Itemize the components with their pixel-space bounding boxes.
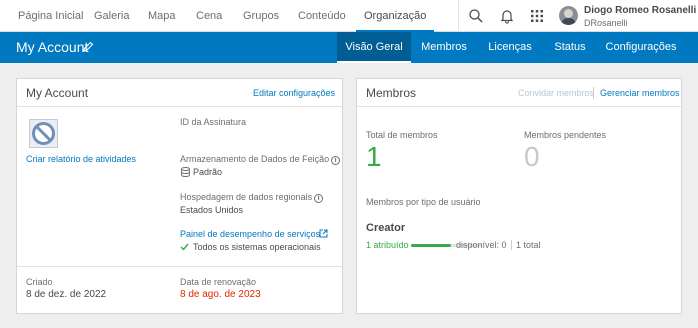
my-account-card: My Account Editar configurações Criar re… xyxy=(16,78,343,314)
search-icon[interactable] xyxy=(468,8,484,24)
my-account-card-header: My Account Editar configurações xyxy=(17,79,342,107)
nav-scene[interactable]: Cena xyxy=(196,0,222,32)
top-navigation: Página Inicial Galeria Mapa Cena Grupos … xyxy=(0,0,698,32)
members-card-title: Membros xyxy=(366,86,417,100)
user-type-name: Creator xyxy=(366,222,406,234)
page-header: My Account Visão Geral Membros Licenças … xyxy=(0,32,698,63)
count-separator xyxy=(511,240,512,250)
organization-logo-placeholder-icon xyxy=(29,119,58,148)
nav-home[interactable]: Página Inicial xyxy=(18,0,83,32)
renewal-label: Data de renovação xyxy=(180,277,257,287)
page-title: My Account xyxy=(16,39,89,55)
link-separator xyxy=(593,87,594,99)
nav-gallery[interactable]: Galeria xyxy=(94,0,129,32)
tab-status[interactable]: Status xyxy=(547,32,593,63)
bell-icon[interactable] xyxy=(499,8,515,24)
system-status-text: Todos os sistemas operacionais xyxy=(193,242,321,252)
info-icon[interactable]: i xyxy=(314,194,324,203)
members-card: Membros Convidar membros Gerenciar membr… xyxy=(356,78,682,314)
nav-content[interactable]: Conteúdo xyxy=(298,0,346,32)
pending-members-label: Membros pendentes xyxy=(524,130,607,140)
members-by-type-label: Membros por tipo de usuário xyxy=(366,197,481,207)
service-dashboard-link[interactable]: Painel de desempenho de serviços xyxy=(180,229,320,239)
available-count: disponível: 0 xyxy=(456,240,507,250)
activity-report-link[interactable]: Criar relatório de atividades xyxy=(26,154,136,164)
user-handle: DRosanelli xyxy=(584,18,628,28)
manage-members-link[interactable]: Gerenciar membros xyxy=(600,88,680,98)
edit-settings-link[interactable]: Editar configurações xyxy=(253,88,335,98)
created-value: 8 de dez. de 2022 xyxy=(26,289,107,300)
apps-grid-icon[interactable] xyxy=(529,8,545,24)
pencil-icon[interactable] xyxy=(82,41,94,53)
invite-members-link[interactable]: Convidar membros xyxy=(518,88,594,98)
my-account-card-title: My Account xyxy=(26,86,89,100)
checkmark-icon xyxy=(180,243,189,251)
tab-licenses[interactable]: Licenças xyxy=(474,32,546,63)
license-usage-fill xyxy=(411,244,451,247)
database-icon xyxy=(181,167,190,177)
created-label: Criado xyxy=(26,277,53,287)
avatar[interactable] xyxy=(559,6,578,25)
info-icon[interactable]: i xyxy=(331,156,341,165)
tab-overview[interactable]: Visão Geral xyxy=(337,32,411,63)
nav-groups[interactable]: Grupos xyxy=(243,0,279,32)
storage-value: Padrão xyxy=(193,167,223,177)
external-link-icon[interactable] xyxy=(319,229,328,238)
nav-organization[interactable]: Organização xyxy=(355,0,435,32)
user-name[interactable]: Diogo Romeo Rosanelli xyxy=(584,5,696,16)
nav-map[interactable]: Mapa xyxy=(148,0,176,32)
assigned-count: 1 atribuído xyxy=(366,240,409,250)
tab-members[interactable]: Membros xyxy=(415,32,473,63)
nav-separator xyxy=(458,0,459,32)
regional-hosting-label: Hospedagem de dados regionais i xyxy=(180,192,324,203)
members-card-header: Membros Convidar membros Gerenciar membr… xyxy=(357,79,681,107)
total-members-label: Total de membros xyxy=(366,130,438,140)
subscription-id-label: ID da Assinatura xyxy=(180,117,247,127)
pending-members-count: 0 xyxy=(524,141,540,172)
license-total: 1 total xyxy=(516,240,541,250)
total-members-count: 1 xyxy=(366,141,382,172)
storage-label: Armazenamento de Dados de Feição i xyxy=(180,154,341,165)
divider xyxy=(17,266,342,267)
tab-settings[interactable]: Configurações xyxy=(601,32,681,63)
renewal-value: 8 de ago. de 2023 xyxy=(180,289,261,300)
regional-hosting-value: Estados Unidos xyxy=(180,205,244,215)
